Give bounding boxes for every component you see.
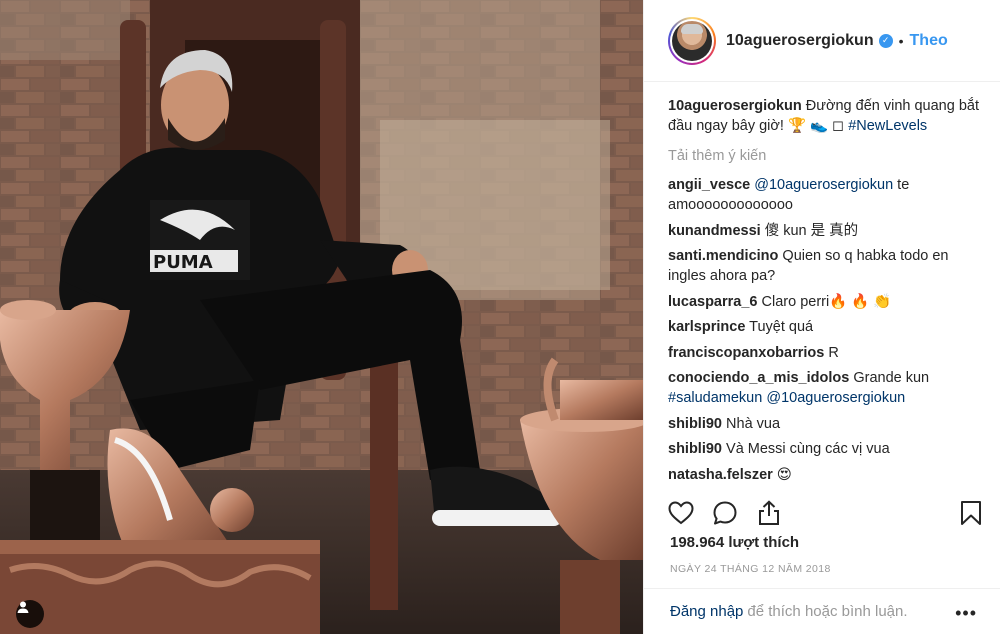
more-options-button[interactable]: ••• [955, 603, 977, 624]
comment-bubble-icon [713, 501, 737, 525]
avatar-image [672, 20, 712, 61]
comment-item: angii_vesce @10aguerosergiokun te amoooo… [668, 175, 984, 215]
comment-username[interactable]: karlsprince [668, 319, 745, 335]
post-actions [668, 498, 984, 528]
comment-text: Claro perri🔥 🔥 👏 [757, 293, 892, 310]
user-tag-icon [17, 601, 29, 613]
share-button[interactable] [754, 498, 784, 528]
comment-username[interactable]: kunandmessi [668, 223, 761, 239]
comment-mention[interactable]: @10aguerosergiokun [754, 177, 893, 193]
comment-item: natasha.felszer 😍 [668, 465, 984, 485]
comment-username[interactable]: lucasparra_6 [668, 294, 757, 310]
comment-text: Grande kun [849, 370, 930, 386]
svg-text:PUMA: PUMA [153, 252, 213, 273]
verified-badge-icon: ✓ [878, 33, 893, 48]
post-photo-illustration: PUMA [0, 0, 643, 634]
comment-username[interactable]: conociendo_a_mis_idolos [668, 370, 849, 386]
comment-button[interactable] [710, 498, 740, 528]
caption-username[interactable]: 10aguerosergiokun [668, 98, 802, 114]
comment-item: conociendo_a_mis_idolos Grande kun #salu… [668, 368, 984, 408]
post-photo[interactable]: PUMA [0, 0, 643, 634]
login-prompt-text: để thích hoặc bình luận. [747, 603, 908, 620]
post-header: 10aguerosergiokun ✓ • Theo [644, 0, 1000, 82]
comment-text: Và Messi cùng các vị vua [722, 441, 890, 457]
comment-text: Tuyệt quá [745, 319, 814, 335]
comment-text: Nhà vua [722, 415, 781, 432]
follow-button[interactable]: Theo [910, 32, 948, 50]
save-button[interactable] [956, 498, 986, 528]
post-caption: 10aguerosergiokun Đường đến vinh quang b… [668, 96, 984, 136]
header-separator: • [898, 32, 904, 49]
caption-hashtag[interactable]: #NewLevels [848, 118, 927, 134]
comment-mention[interactable]: @10aguerosergiokun [762, 390, 905, 406]
comment-item: karlsprince Tuyệt quá [668, 317, 984, 337]
like-button[interactable] [666, 498, 696, 528]
comment-item: shibli90 Và Messi cùng các vị vua [668, 439, 984, 459]
load-more-comments-button[interactable]: Tải thêm ý kiến [668, 146, 984, 166]
post-date: NGÀY 24 THÁNG 12 NĂM 2018 [670, 563, 831, 575]
comment-text: 😍 [772, 466, 792, 483]
comment-username[interactable]: shibli90 [668, 441, 722, 457]
heart-icon [668, 501, 694, 525]
comment-username[interactable]: shibli90 [668, 416, 722, 432]
post-side-panel: 10aguerosergiokun ✓ • Theo 10aguerosergi… [643, 0, 1000, 634]
user-tag-button[interactable] [16, 600, 44, 628]
comment-item: franciscopanxobarrios R [668, 343, 984, 363]
avatar[interactable] [668, 16, 716, 65]
comment-username[interactable]: santi.mendicino [668, 248, 778, 264]
comment-text: R [824, 344, 839, 361]
bookmark-icon [961, 501, 981, 525]
comment-text: 傻 kun 是 真的 [760, 222, 859, 239]
comment-item: shibli90 Nhà vua [668, 414, 984, 434]
author-username[interactable]: 10aguerosergiokun [726, 32, 874, 50]
comment-username[interactable]: franciscopanxobarrios [668, 345, 824, 361]
login-footer: Đăng nhập để thích hoặc bình luận. ••• [644, 588, 1000, 634]
login-link[interactable]: Đăng nhập [670, 603, 743, 620]
comment-username[interactable]: natasha.felszer [668, 467, 773, 483]
comments-list[interactable]: 10aguerosergiokun Đường đến vinh quang b… [668, 96, 984, 486]
likes-count[interactable]: 198.964 lượt thích [670, 534, 799, 551]
comment-item: kunandmessi 傻 kun 是 真的 [668, 221, 984, 241]
comment-username[interactable]: angii_vesce [668, 177, 750, 193]
share-icon [759, 500, 779, 525]
comment-item: santi.mendicino Quien so q habka todo en… [668, 246, 984, 286]
comment-hashtag[interactable]: #saludamekun [668, 390, 762, 406]
comment-item: lucasparra_6 Claro perri🔥 🔥 👏 [668, 292, 984, 312]
